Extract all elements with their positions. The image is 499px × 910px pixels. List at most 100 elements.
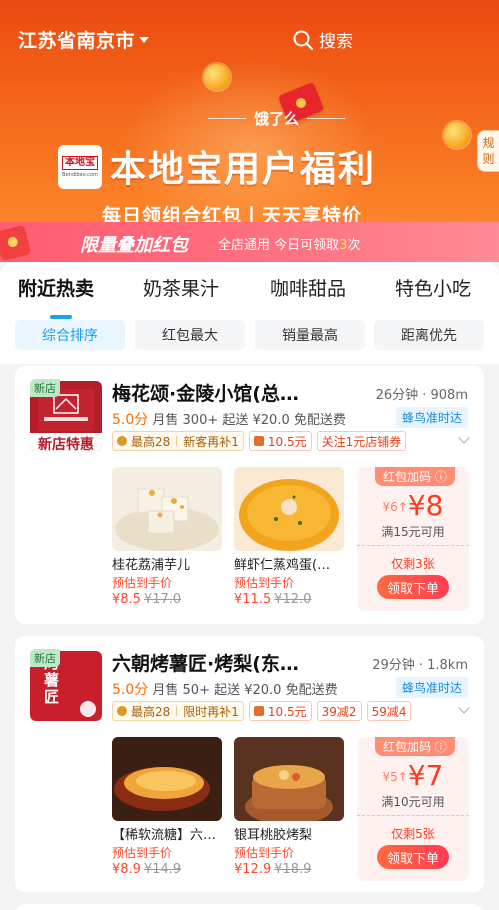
active-tab-indicator	[50, 315, 72, 319]
banner-title: 本地宝用户福利	[110, 149, 377, 190]
dish-orig-price: ¥18.9	[274, 862, 312, 877]
sort-max-redpacket[interactable]: 红包最大	[135, 320, 245, 350]
dish-est-label: 预估到手价	[234, 846, 295, 860]
bonus-from: ¥6	[382, 500, 398, 514]
search-icon	[293, 30, 314, 50]
eleme-logo-text: 饿了么	[254, 110, 300, 128]
category-tabs: 附近热卖 奶茶果汁 咖啡甜品 特色小吃	[0, 274, 499, 319]
chevron-down-icon[interactable]	[458, 432, 470, 444]
shop-card[interactable]: 新店 新店特惠 梅花颂·金陵小馆(总… 26分钟 · 908m 5.0分 月售 …	[15, 366, 484, 624]
search-label: 搜索	[319, 32, 353, 52]
tab-milk-tea[interactable]: 奶茶果汁	[143, 274, 219, 301]
dish-orig-price: ¥14.9	[143, 862, 182, 877]
stacked-coupon-bar[interactable]: 限量叠加红包 全店通用 今日可领取3次	[0, 222, 499, 262]
shop-stats: 月售 300+ 起送 ¥20.0 免配送费	[152, 413, 346, 428]
delivery-eta: 29分钟 · 1.8km	[372, 658, 468, 673]
dish-price: ¥8.5	[112, 592, 141, 607]
bonus-coupon: 红包加码 ⓘ ¥6↑¥8 满15元可用 仅剩3张 领取下单	[357, 467, 469, 611]
divider	[357, 545, 469, 546]
dish-est-label: 预估到手价	[112, 846, 173, 860]
promo-tag: 39减2	[316, 701, 362, 721]
coupon-icon	[253, 706, 264, 716]
rules-button[interactable]: 规则	[477, 130, 499, 172]
shop-score: 5.0分	[112, 682, 149, 698]
promo-tag: 最高28 限时再补1	[112, 701, 244, 721]
sort-default[interactable]: 综合排序	[15, 320, 125, 350]
bonus-amount: ¥5↑¥7	[357, 759, 469, 792]
dish-prices: ¥12.9 ¥18.9	[234, 862, 344, 877]
shop-score: 5.0分	[112, 412, 149, 428]
search-button[interactable]: 搜索	[292, 27, 353, 52]
city-label: 江苏省南京市	[18, 30, 136, 52]
dish-orig-price: ¥17.0	[143, 592, 182, 607]
sort-top-sales[interactable]: 销量最高	[255, 320, 365, 350]
dish-name: 【稀软流糖】六…	[112, 828, 217, 843]
shop-card[interactable]	[15, 904, 484, 910]
promo-tag: 10.5元	[248, 431, 312, 451]
bendibao-logo: 本地宝 Bendibao.com	[58, 145, 102, 189]
dish-est-label: 预估到手价	[112, 576, 173, 590]
eleme-brand: 饿了么	[200, 108, 353, 129]
dish-price: ¥11.5	[234, 592, 272, 607]
shop-card[interactable]: 新店 烤薯匠 六朝烤薯匠·烤梨(东… 29分钟 · 1.8km 5.0分 月售 …	[15, 636, 484, 892]
bonus-amount: ¥6↑¥8	[357, 489, 469, 522]
sort-distance[interactable]: 距离优先	[374, 320, 484, 350]
bonus-head: 红包加码 ⓘ	[375, 467, 455, 486]
shop-meta: 5.0分 月售 50+ 起送 ¥20.0 免配送费	[112, 679, 338, 699]
dish-prices: ¥11.5 ¥12.0	[234, 592, 344, 607]
dish-item[interactable]: 【稀软流糖】六… 预估到手价 ¥8.9 ¥14.9	[112, 737, 222, 877]
promo-text: 10.5元	[267, 704, 307, 719]
delivery-tag: 蜂鸟准时达	[395, 407, 468, 428]
promo-text: 限时再补1	[183, 704, 239, 719]
caret-down-icon	[139, 36, 150, 43]
sort-options: 综合排序 红包最大 销量最高 距离优先	[0, 320, 499, 350]
bonus-condition: 满10元可用	[381, 795, 445, 809]
dish-prices: ¥8.9 ¥14.9	[112, 862, 222, 877]
new-shop-badge: 新店	[30, 649, 60, 667]
dish-item[interactable]: 鲜虾仁蒸鸡蛋(… 预估到手价 ¥11.5 ¥12.0	[234, 467, 344, 607]
promo-text: 最高28	[131, 434, 171, 449]
bonus-to: ¥8	[407, 489, 444, 522]
claim-order-button[interactable]: 领取下单	[377, 575, 449, 599]
divider	[307, 118, 346, 119]
dish-item[interactable]: 桂花荔浦芋儿 预估到手价 ¥8.5 ¥17.0	[112, 467, 222, 607]
promo-tag[interactable]: 关注1元店铺券	[316, 431, 407, 451]
delivery-eta: 26分钟 · 908m	[375, 388, 468, 403]
coin-icon	[444, 122, 470, 148]
shop-name[interactable]: 梅花颂·金陵小馆(总…	[112, 379, 342, 406]
dish-item[interactable]: 银耳桃胶烤梨 预估到手价 ¥12.9 ¥18.9	[234, 737, 344, 877]
arrow-up-icon: ↑	[397, 500, 408, 514]
stacked-coupon-desc: 全店通用 今日可领取3次	[218, 234, 360, 253]
dish-image	[112, 737, 222, 821]
help-icon: ⓘ	[434, 470, 447, 484]
shop-logo-caption: 新店特惠	[38, 437, 94, 451]
dish-image	[234, 467, 344, 551]
bonus-remaining: 仅剩5张	[391, 827, 435, 841]
arrow-up-icon: ↑	[397, 770, 408, 784]
bendibao-logo-sub: Bendibao.com	[62, 172, 98, 178]
divider	[176, 436, 178, 446]
tab-nearby-hot[interactable]: 附近热卖	[18, 274, 94, 301]
stacked-coupon-title: 限量叠加红包	[80, 235, 188, 256]
redpacket-icon	[117, 436, 127, 446]
delivery-tag: 蜂鸟准时达	[395, 677, 468, 698]
city-selector[interactable]: 江苏省南京市	[18, 26, 150, 53]
tab-coffee-dessert[interactable]: 咖啡甜品	[270, 274, 346, 301]
claim-order-button[interactable]: 领取下单	[377, 845, 449, 869]
promo-tag: 最高28 新客再补1	[112, 431, 244, 451]
shop-name[interactable]: 六朝烤薯匠·烤梨(东…	[112, 649, 342, 676]
divider	[176, 706, 178, 716]
bonus-head: 红包加码 ⓘ	[375, 737, 455, 756]
bonus-remaining: 仅剩3张	[391, 557, 435, 571]
dish-name: 鲜虾仁蒸鸡蛋(…	[234, 558, 331, 573]
dish-name: 银耳桃胶烤梨	[234, 828, 313, 843]
promo-tag: 10.5元	[248, 701, 312, 721]
dish-name: 桂花荔浦芋儿	[112, 558, 191, 573]
tab-snacks[interactable]: 特色小吃	[395, 274, 471, 301]
bonus-coupon: 红包加码 ⓘ ¥5↑¥7 满10元可用 仅剩5张 领取下单	[357, 737, 469, 881]
stacked-coupon-desc-prefix: 全店通用 今日可领取	[218, 238, 340, 253]
new-shop-badge: 新店	[30, 379, 60, 397]
promo-banner[interactable]: 江苏省南京市 搜索 饿了么 规则 本地宝 Bendibao.com 本地宝用户福…	[0, 0, 499, 262]
chevron-down-icon[interactable]	[458, 702, 470, 714]
promo-text: 最高28	[131, 704, 171, 719]
